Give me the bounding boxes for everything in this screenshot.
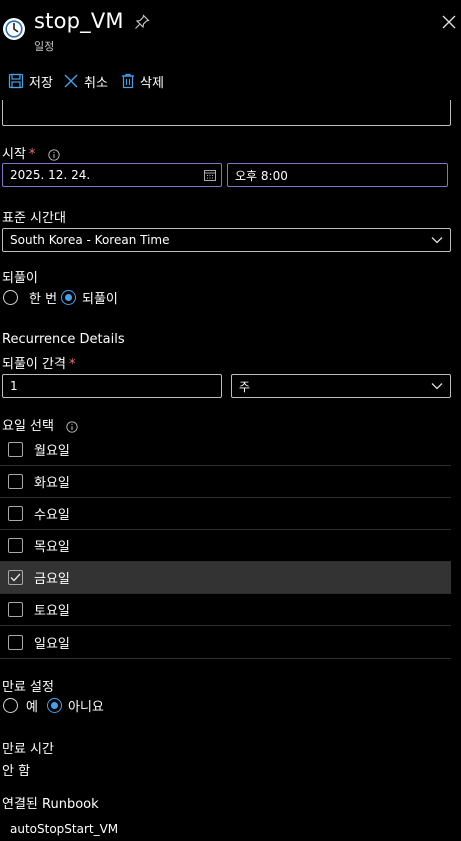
expiry-time-value: 안 함 <box>2 764 31 779</box>
day-row-sat[interactable]: 토요일 <box>0 594 451 626</box>
interval-unit-select[interactable]: 주 <box>231 374 451 398</box>
recurrence-label: 되풀이 <box>2 271 38 286</box>
timezone-label: 표준 시간대 <box>2 211 66 226</box>
day-label: 월요일 <box>34 444 70 459</box>
day-label: 토요일 <box>34 604 70 619</box>
expiry-yes-label: 예 <box>26 700 38 715</box>
save-label: 저장 <box>29 75 53 91</box>
clock-icon <box>2 17 26 41</box>
delete-label: 삭제 <box>140 75 164 91</box>
expiry-yes-radio[interactable]: 예 <box>3 696 38 715</box>
checkmark-icon <box>10 573 21 582</box>
info-icon[interactable] <box>66 420 78 433</box>
delete-button[interactable]: 삭제 <box>121 70 164 92</box>
runbook-link[interactable]: autoStopStart_VM <box>10 822 118 836</box>
timezone-select[interactable]: South Korea - Korean Time <box>2 228 451 252</box>
required-mark: * <box>28 147 36 162</box>
description-input[interactable] <box>2 100 451 126</box>
expiry-no-label: 아니요 <box>68 700 104 715</box>
chevron-down-icon <box>431 237 443 244</box>
recurrence-details-heading: Recurrence Details <box>2 332 125 347</box>
save-button[interactable]: 저장 <box>8 70 53 92</box>
checkbox[interactable] <box>8 506 23 521</box>
start-label: 시작 * <box>2 143 60 162</box>
interval-label: 되풀이 간격 * <box>2 357 76 372</box>
checkbox[interactable] <box>8 474 23 489</box>
checkbox[interactable] <box>8 635 23 650</box>
runbook-label: 연결된 Runbook <box>2 797 99 812</box>
recurrence-once-radio[interactable]: 한 번 <box>3 288 57 307</box>
calendar-icon[interactable] <box>204 169 216 181</box>
save-icon <box>8 73 24 89</box>
radio-circle-selected <box>61 290 76 305</box>
chevron-down-icon <box>431 383 443 390</box>
x-icon <box>64 74 78 88</box>
discard-button[interactable]: 취소 <box>63 70 108 92</box>
expiry-time-label: 만료 시간 <box>2 742 54 757</box>
day-label: 화요일 <box>34 476 70 491</box>
interval-input[interactable]: 1 <box>2 374 222 398</box>
page-subtitle: 일정 <box>34 40 55 53</box>
timezone-value: South Korea - Korean Time <box>10 233 170 247</box>
discard-label: 취소 <box>84 75 108 91</box>
info-icon[interactable] <box>47 148 60 161</box>
day-label: 수요일 <box>34 508 70 523</box>
day-label: 일요일 <box>34 637 70 652</box>
interval-value: 1 <box>10 379 18 393</box>
day-label: 목요일 <box>34 540 70 555</box>
day-row-wed[interactable]: 수요일 <box>0 498 451 530</box>
checkbox-checked[interactable] <box>8 570 23 585</box>
days-label: 요일 선택 <box>2 415 78 434</box>
start-date-value: 2025. 12. 24. <box>10 168 91 182</box>
day-row-sun[interactable]: 일요일 <box>0 627 451 659</box>
expiry-label: 만료 설정 <box>2 680 54 695</box>
trash-icon <box>122 73 134 89</box>
start-date-input[interactable]: 2025. 12. 24. <box>2 163 222 187</box>
day-label: 금요일 <box>34 572 70 587</box>
pin-icon[interactable] <box>134 14 150 30</box>
start-time-value: 오후 8:00 <box>235 168 288 183</box>
recurrence-once-label: 한 번 <box>29 292 58 307</box>
day-row-thu[interactable]: 목요일 <box>0 530 451 562</box>
checkbox[interactable] <box>8 538 23 553</box>
day-row-tue[interactable]: 화요일 <box>0 466 451 498</box>
checkbox[interactable] <box>8 602 23 617</box>
radio-circle-selected <box>47 698 62 713</box>
start-time-input[interactable]: 오후 8:00 <box>227 163 448 187</box>
close-icon[interactable] <box>441 14 457 30</box>
checkbox[interactable] <box>8 442 23 457</box>
interval-unit-value: 주 <box>239 379 251 394</box>
required-mark: * <box>68 357 76 372</box>
radio-circle <box>3 290 18 305</box>
day-row-mon[interactable]: 월요일 <box>0 434 451 466</box>
expiry-no-radio[interactable]: 아니요 <box>47 696 104 715</box>
radio-circle <box>3 698 18 713</box>
page-title: stop_VM <box>34 9 124 33</box>
recurrence-recurring-radio[interactable]: 되풀이 <box>61 288 118 307</box>
day-row-fri[interactable]: 금요일 <box>0 562 451 594</box>
recurrence-recurring-label: 되풀이 <box>82 292 118 307</box>
